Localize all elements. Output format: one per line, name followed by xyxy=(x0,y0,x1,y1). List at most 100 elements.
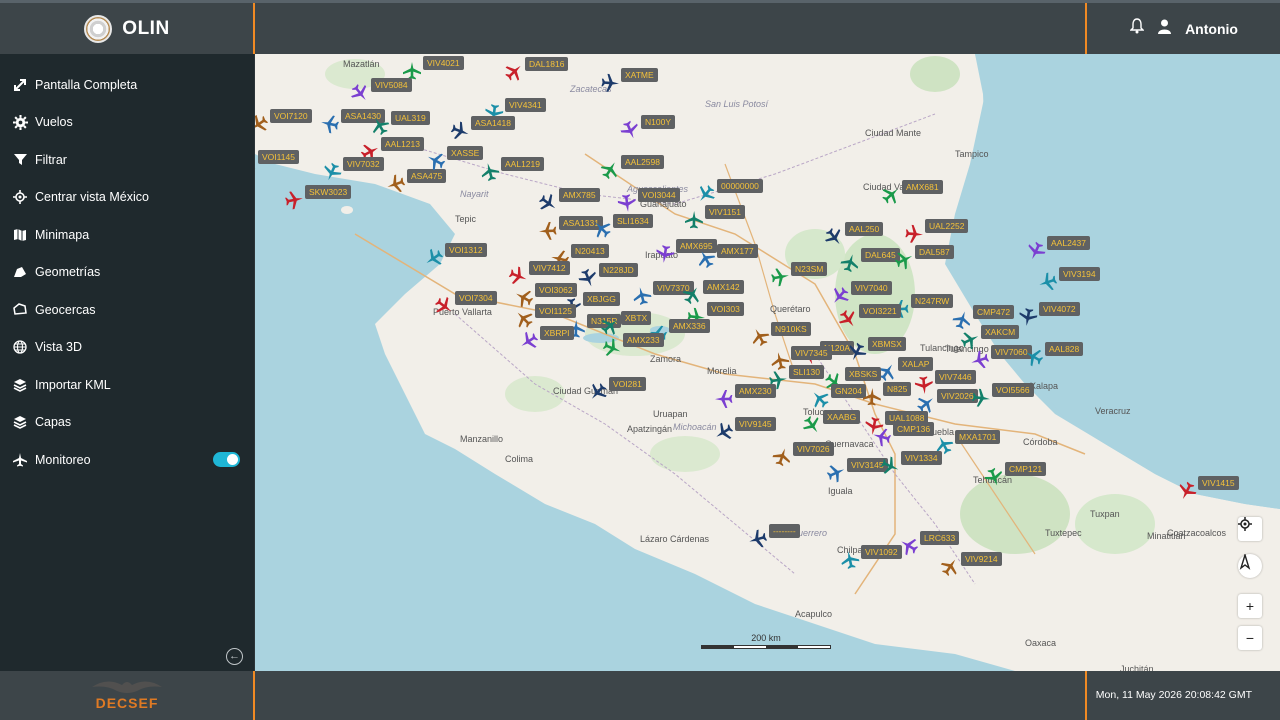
plane-icon[interactable] xyxy=(880,456,899,475)
plane-icon[interactable] xyxy=(602,338,621,357)
plane-icon[interactable] xyxy=(601,73,619,92)
plane-icon[interactable] xyxy=(684,211,703,229)
flight-label[interactable]: 00000000 xyxy=(717,179,763,193)
flight-label[interactable]: SKW3023 xyxy=(305,185,352,199)
plane-icon[interactable] xyxy=(826,464,845,483)
flight-label[interactable]: XALAP xyxy=(898,357,934,371)
flight-label[interactable]: XASSE xyxy=(447,146,484,160)
flight-label[interactable]: VIV1415 xyxy=(1198,476,1239,490)
brand[interactable]: OLIN xyxy=(0,3,254,54)
flight-label[interactable]: VIV9214 xyxy=(961,552,1002,566)
plane-icon[interactable] xyxy=(971,350,990,369)
flight-label[interactable]: VOI5566 xyxy=(992,383,1034,397)
flight-label[interactable]: VOI1125 xyxy=(535,304,576,318)
plane-icon[interactable] xyxy=(831,287,849,305)
plane-icon[interactable] xyxy=(578,268,597,287)
flight-label[interactable]: GN204 xyxy=(831,384,866,398)
plane-icon[interactable] xyxy=(1019,308,1038,326)
plane-icon[interactable] xyxy=(972,388,990,407)
plane-icon[interactable] xyxy=(697,185,715,203)
flight-label[interactable]: ASA1418 xyxy=(471,116,515,130)
plane-icon[interactable] xyxy=(749,529,768,548)
plane-icon[interactable] xyxy=(285,191,303,210)
flight-label[interactable]: VOI7120 xyxy=(270,109,312,123)
flight-label[interactable]: VIV7345 xyxy=(791,346,832,360)
sidebar-item-pantalla-completa[interactable]: Pantalla Completa xyxy=(0,66,254,104)
user-area[interactable]: Antonio xyxy=(1088,3,1280,54)
flight-label[interactable]: DAL587 xyxy=(915,245,954,259)
flight-label[interactable]: VIV1092 xyxy=(861,545,902,559)
flight-label[interactable]: AMX336 xyxy=(669,319,710,333)
flight-label[interactable]: VIV1334 xyxy=(901,451,942,465)
flight-label[interactable]: VIV1151 xyxy=(705,205,745,219)
flight-label[interactable]: VIV3194 xyxy=(1059,267,1100,281)
flight-label[interactable]: VOI303 xyxy=(707,302,744,316)
flight-label[interactable]: N228JD xyxy=(599,263,638,277)
plane-icon[interactable] xyxy=(715,389,733,408)
plane-icon[interactable] xyxy=(515,310,533,328)
plane-icon[interactable] xyxy=(984,467,1003,486)
flight-label[interactable]: AMX233 xyxy=(623,333,664,347)
plane-icon[interactable] xyxy=(772,448,791,467)
plane-icon[interactable] xyxy=(255,156,256,175)
plane-icon[interactable] xyxy=(255,114,269,133)
plane-icon[interactable] xyxy=(539,221,557,240)
plane-icon[interactable] xyxy=(841,551,860,569)
flight-label[interactable]: N23SM xyxy=(791,262,828,276)
plane-icon[interactable] xyxy=(802,415,821,434)
flight-label[interactable]: LRC633 xyxy=(920,531,960,545)
plane-icon[interactable] xyxy=(435,296,453,315)
sidebar-item-importar-kml[interactable]: Importar KML xyxy=(0,366,254,404)
plane-icon[interactable] xyxy=(1178,481,1197,500)
plane-icon[interactable] xyxy=(371,117,390,136)
plane-icon[interactable] xyxy=(952,311,971,330)
compass-button[interactable] xyxy=(1238,554,1262,578)
flight-label[interactable]: AMX177 xyxy=(717,244,758,258)
plane-icon[interactable] xyxy=(520,331,539,350)
flight-label[interactable]: XBMSX xyxy=(868,337,906,351)
plane-icon[interactable] xyxy=(914,376,933,394)
flight-label[interactable]: AMX681 xyxy=(902,180,943,194)
flight-label[interactable]: AMX142 xyxy=(703,280,744,294)
plane-icon[interactable] xyxy=(593,220,611,238)
flight-label[interactable]: VIV7446 xyxy=(935,370,976,384)
flight-label[interactable]: AAL2598 xyxy=(621,155,664,169)
flight-label[interactable]: AAL1213 xyxy=(381,137,424,151)
plane-icon[interactable] xyxy=(838,310,857,328)
plane-icon[interactable] xyxy=(697,250,716,269)
flight-label[interactable]: AMX785 xyxy=(559,188,600,202)
flight-label[interactable]: AMX230 xyxy=(735,384,776,398)
plane-icon[interactable] xyxy=(882,186,900,204)
flight-label[interactable]: VIV4072 xyxy=(1039,302,1080,316)
flight-label[interactable]: VIV9145 xyxy=(735,417,776,431)
flight-label[interactable]: XATME xyxy=(621,68,658,82)
plane-icon[interactable] xyxy=(848,342,867,361)
plane-icon[interactable] xyxy=(811,390,829,408)
plane-icon[interactable] xyxy=(1039,272,1058,291)
flight-label[interactable]: AAL250 xyxy=(845,222,884,236)
plane-icon[interactable] xyxy=(751,328,770,347)
plane-icon[interactable] xyxy=(824,228,843,246)
sidebar-item-minimapa[interactable]: Minimapa xyxy=(0,216,254,254)
flight-label[interactable]: AAL2437 xyxy=(1047,236,1090,250)
flight-label[interactable]: SLI130 xyxy=(789,365,824,379)
flight-label[interactable]: N910KS xyxy=(771,322,811,336)
plane-icon[interactable] xyxy=(715,422,734,441)
flight-label[interactable]: VIV5084 xyxy=(371,78,412,92)
flight-label[interactable]: VIV7040 xyxy=(851,281,892,295)
flight-label[interactable]: VOI1145 xyxy=(258,150,299,164)
flight-label[interactable]: VOI1312 xyxy=(445,243,487,257)
flight-label[interactable]: VIV7026 xyxy=(793,442,834,456)
plane-icon[interactable] xyxy=(905,224,923,243)
flight-label[interactable]: MXA1701 xyxy=(955,430,1001,444)
user-name[interactable]: Antonio xyxy=(1185,21,1238,37)
plane-icon[interactable] xyxy=(894,251,913,270)
plane-icon[interactable] xyxy=(633,287,652,306)
sidebar-item-monitoreo[interactable]: Monitoreo xyxy=(0,441,254,479)
zoom-in-button[interactable]: + xyxy=(1238,594,1262,618)
flight-label[interactable]: XAKCM xyxy=(981,325,1020,339)
flight-label[interactable]: CMP472 xyxy=(973,305,1015,319)
flight-label[interactable]: XBRPI xyxy=(540,326,574,340)
plane-icon[interactable] xyxy=(656,245,675,263)
flight-label[interactable]: N100Y xyxy=(641,115,675,129)
